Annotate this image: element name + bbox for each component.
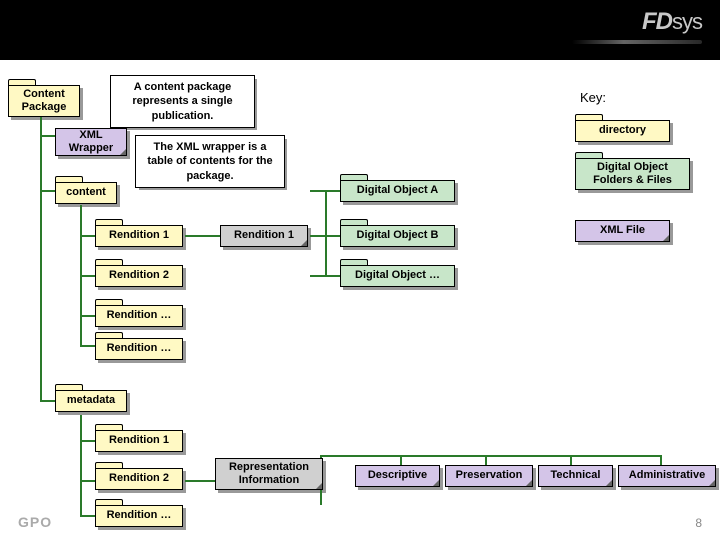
folder-metadata: metadata: [55, 390, 127, 412]
file-xml-wrapper: XML Wrapper: [55, 128, 127, 156]
folder-label: Digital Object A: [340, 180, 455, 202]
folder-label: Digital Object B: [340, 225, 455, 247]
tree-line: [40, 190, 55, 192]
tree-line: [80, 235, 95, 237]
folder-label: directory: [575, 120, 670, 142]
page-number: 8: [695, 516, 702, 530]
tree-line: [570, 455, 572, 465]
file-label: Administrative: [629, 469, 705, 482]
tree-line-metadata: [80, 415, 82, 515]
file-label: Preservation: [456, 469, 523, 482]
folder-digital-object-b: Digital Object B: [340, 225, 455, 247]
tree-line: [80, 480, 95, 482]
file-label: Technical: [551, 469, 601, 482]
folder-label: Rendition 1: [95, 430, 183, 452]
file-label: Rendition 1: [234, 229, 294, 242]
gpo-logo: GPO: [18, 514, 52, 530]
folder-label: Rendition …: [95, 338, 183, 360]
folder-label: Content Package: [8, 85, 80, 117]
folder-rendition-1-meta: Rendition 1: [95, 430, 183, 452]
file-label: XML Wrapper: [60, 129, 122, 155]
folder-label: Rendition 2: [95, 265, 183, 287]
diagram-canvas: Content Package A content package repres…: [0, 60, 720, 540]
file-preservation: Preservation: [445, 465, 533, 487]
header-bar: FDsys: [0, 0, 720, 60]
folder-digital-object-more: Digital Object …: [340, 265, 455, 287]
key-directory: directory: [575, 120, 670, 142]
folder-label: metadata: [55, 390, 127, 412]
callout-text: The XML wrapper is a table of contents f…: [147, 141, 272, 182]
file-label: Representation Information: [220, 461, 318, 487]
tree-line: [400, 455, 402, 465]
tree-line: [320, 455, 660, 457]
file-rendition-1: Rendition 1: [220, 225, 308, 247]
tree-line: [80, 440, 95, 442]
logo-sys: sys: [672, 9, 702, 34]
tree-line: [325, 190, 327, 277]
file-descriptive: Descriptive: [355, 465, 440, 487]
callout-text: A content package represents a single pu…: [132, 81, 232, 122]
tree-line: [185, 480, 215, 482]
folder-label: Rendition 1: [95, 225, 183, 247]
logo-fd: FD: [642, 8, 672, 35]
file-technical: Technical: [538, 465, 613, 487]
file-representation-info: Representation Information: [215, 458, 323, 490]
tree-line: [185, 235, 220, 237]
folder-label: content: [55, 182, 117, 204]
callout-xml-wrapper: The XML wrapper is a table of contents f…: [135, 135, 285, 188]
folder-content: content: [55, 182, 117, 204]
tree-line: [40, 135, 55, 137]
folder-rendition-1: Rendition 1: [95, 225, 183, 247]
tree-line: [80, 345, 95, 347]
file-administrative: Administrative: [618, 465, 716, 487]
logo-underline: [572, 40, 702, 44]
key-digital-object: Digital Object Folders & Files: [575, 158, 690, 190]
folder-rendition-more: Rendition …: [95, 305, 183, 327]
file-label: Descriptive: [368, 469, 427, 482]
callout-content-package: A content package represents a single pu…: [110, 75, 255, 128]
tree-line: [660, 455, 662, 465]
tree-line: [80, 515, 95, 517]
folder-rendition-2: Rendition 2: [95, 265, 183, 287]
folder-rendition-more-meta: Rendition …: [95, 505, 183, 527]
fdsys-logo: FDsys: [642, 8, 702, 36]
key-title: Key:: [580, 90, 606, 105]
tree-line: [80, 275, 95, 277]
key-xml-file: XML File: [575, 220, 670, 242]
folder-label: Rendition …: [95, 505, 183, 527]
folder-label: Rendition 2: [95, 468, 183, 490]
folder-label: Rendition …: [95, 305, 183, 327]
folder-label: Digital Object Folders & Files: [575, 158, 690, 190]
folder-label: Digital Object …: [340, 265, 455, 287]
tree-line: [485, 455, 487, 465]
folder-content-package: Content Package: [8, 85, 80, 117]
file-label: XML File: [600, 224, 645, 237]
folder-digital-object-a: Digital Object A: [340, 180, 455, 202]
tree-line: [40, 400, 55, 402]
folder-rendition-more-2: Rendition …: [95, 338, 183, 360]
folder-rendition-2-meta: Rendition 2: [95, 468, 183, 490]
tree-line: [80, 315, 95, 317]
tree-line-main: [40, 110, 42, 400]
